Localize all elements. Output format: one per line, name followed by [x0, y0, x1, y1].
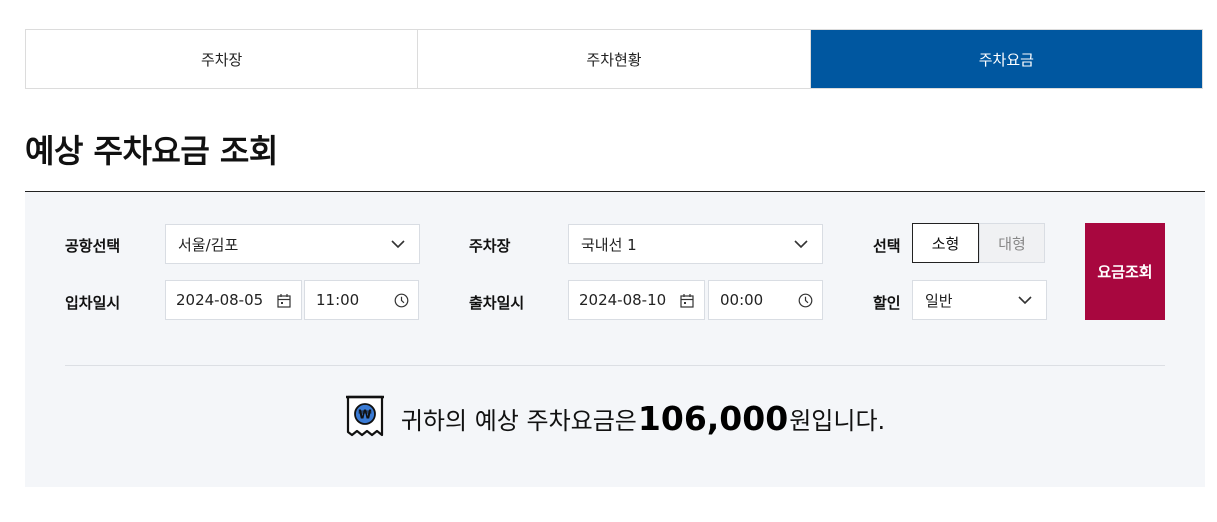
fee-search-panel: 공항선택 서울/김포 주차장 국내선 1 선택 소형 대형 요금조회 입차일시 …: [25, 191, 1205, 487]
receipt-won-icon: ₩: [345, 395, 385, 441]
vehicle-small-option[interactable]: 소형: [912, 223, 979, 263]
chevron-down-icon: [389, 235, 407, 253]
clock-icon[interactable]: [392, 291, 410, 309]
calendar-icon[interactable]: [678, 291, 696, 309]
exit-datetime-label: 출차일시: [469, 294, 525, 312]
entry-date-value: 2024-08-05: [176, 291, 264, 309]
discount-select-value: 일반: [925, 291, 953, 310]
vehicle-large-option[interactable]: 대형: [979, 223, 1045, 263]
discount-label: 할인: [873, 294, 901, 312]
clock-icon[interactable]: [796, 291, 814, 309]
exit-date-value: 2024-08-10: [579, 291, 667, 309]
parking-lot-select[interactable]: 국내선 1: [568, 224, 823, 264]
chevron-down-icon: [792, 235, 810, 253]
entry-time-input[interactable]: 11:00: [304, 280, 419, 320]
svg-text:₩: ₩: [358, 408, 372, 422]
fee-result: ₩ 귀하의 예상 주차요금은 106,000 원입니다.: [25, 390, 1205, 446]
parking-lot-label: 주차장: [469, 237, 511, 255]
entry-datetime-label: 입차일시: [65, 294, 121, 312]
exit-time-value: 00:00: [720, 291, 764, 309]
discount-select[interactable]: 일반: [912, 280, 1047, 320]
airport-label: 공항선택: [65, 237, 121, 255]
exit-date-input[interactable]: 2024-08-10: [568, 280, 705, 320]
fee-search-button[interactable]: 요금조회: [1085, 223, 1165, 320]
result-amount: 106,000: [637, 398, 789, 438]
chevron-down-icon: [1016, 291, 1034, 309]
exit-time-input[interactable]: 00:00: [708, 280, 823, 320]
entry-time-value: 11:00: [316, 291, 360, 309]
calendar-icon[interactable]: [275, 291, 293, 309]
tab-bar: 주차장 주차현황 주차요금: [25, 29, 1203, 89]
vehicle-type-label: 선택: [873, 237, 901, 255]
page-title: 예상 주차요금 조회: [25, 132, 278, 170]
airport-select[interactable]: 서울/김포: [165, 224, 420, 264]
airport-select-value: 서울/김포: [178, 235, 239, 254]
parking-lot-select-value: 국내선 1: [581, 235, 637, 254]
result-prefix: 귀하의 예상 주차요금은: [400, 406, 637, 435]
result-suffix: 원입니다.: [789, 406, 886, 435]
tab-parking-status[interactable]: 주차현황: [417, 30, 810, 88]
tab-parking-fee[interactable]: 주차요금: [809, 30, 1202, 88]
tab-parking-lot[interactable]: 주차장: [26, 30, 418, 88]
entry-date-input[interactable]: 2024-08-05: [165, 280, 302, 320]
divider: [65, 365, 1165, 366]
